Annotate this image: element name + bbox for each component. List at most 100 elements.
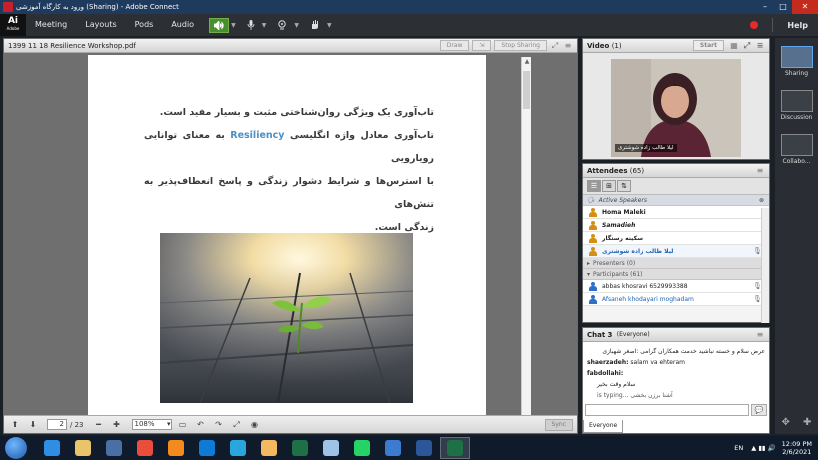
participants-header[interactable]: ▾ Participants (61): [583, 269, 769, 280]
language-indicator[interactable]: EN: [734, 444, 743, 452]
explorer-icon: [75, 440, 91, 456]
ie-icon: [44, 440, 60, 456]
minimize-button[interactable]: –: [756, 0, 774, 14]
previous-page-icon[interactable]: ⬆: [8, 419, 22, 431]
next-page-icon[interactable]: ⬇: [26, 419, 40, 431]
draw-button[interactable]: Draw: [439, 40, 470, 51]
chat-input-row: 💬: [585, 403, 767, 417]
scrollbar-thumb[interactable]: [523, 71, 530, 109]
pod-menu-icon[interactable]: ≡: [563, 41, 573, 51]
firefox-icon: [168, 440, 184, 456]
fullscreen-view-icon[interactable]: ⤢: [230, 419, 244, 431]
tray-overflow-icon[interactable]: ▲: [751, 444, 756, 452]
speaker-button[interactable]: [209, 17, 230, 33]
list-view-icon[interactable]: ☰: [587, 180, 601, 192]
chat-menu-icon[interactable]: ≡: [755, 330, 765, 340]
menu-audio[interactable]: Audio: [162, 14, 203, 36]
speaker-dropdown-icon[interactable]: ▼: [231, 22, 236, 29]
taskbar-ie-button[interactable]: [37, 437, 67, 459]
clock-time: 12:09 PM: [781, 440, 812, 448]
redo-icon[interactable]: ↷: [212, 419, 226, 431]
taskbar-adobe-connect-button[interactable]: [440, 437, 470, 459]
raise-hand-button[interactable]: [305, 18, 325, 33]
chat-message-input[interactable]: [585, 404, 749, 416]
microphone-dropdown-icon[interactable]: ▼: [262, 22, 267, 29]
taskbar-excel-button[interactable]: [285, 437, 315, 459]
host-row[interactable]: لیلا طالب زاده شوشتری 🎙: [583, 245, 769, 258]
grid-view-icon[interactable]: ⊞: [602, 180, 616, 192]
zoom-out-icon[interactable]: ━: [92, 419, 106, 431]
taskbar-firefox-button[interactable]: [161, 437, 191, 459]
taskbar-media-button[interactable]: [99, 437, 129, 459]
send-message-icon[interactable]: 💬: [751, 404, 767, 416]
host-row[interactable]: سکینه رستگار: [583, 232, 769, 245]
webcam-dropdown-icon[interactable]: ▼: [294, 22, 299, 29]
status-dropdown-icon[interactable]: ▼: [327, 22, 332, 29]
attendees-scrollbar[interactable]: [761, 208, 769, 323]
taskbar-explorer-button[interactable]: [68, 437, 98, 459]
layouts-panel: Sharing Discussion Collabo... ✥ ✚: [775, 38, 818, 434]
layout-collaboration[interactable]: Collabo...: [775, 126, 818, 170]
close-button[interactable]: ✕: [792, 0, 818, 14]
taskbar-teamviewer-button[interactable]: [192, 437, 222, 459]
host-row[interactable]: Homa Maleki: [583, 206, 769, 219]
sort-icon[interactable]: ⇅: [617, 180, 631, 192]
raise-hand-icon: [311, 20, 318, 29]
pointer-tool-icon[interactable]: ◉: [248, 419, 262, 431]
page-line-3: با استرس‌ها و شرایط دشوار زندگی و پاسخ ا…: [144, 176, 434, 210]
video-feed[interactable]: لیلا طالب زاده شوشتری: [611, 59, 741, 157]
start-video-button[interactable]: Start: [692, 40, 724, 51]
chat-tab-everyone[interactable]: Everyone: [583, 420, 624, 433]
taskbar-notepad-button[interactable]: [316, 437, 346, 459]
taskbar-files-button[interactable]: [378, 437, 408, 459]
layout-settings-icon[interactable]: ✥: [782, 417, 790, 428]
stop-sharing-button[interactable]: Stop Sharing: [494, 40, 547, 51]
taskbar-clock[interactable]: 12:09 PM 2/6/2021: [782, 440, 812, 456]
host-row[interactable]: Samadieh: [583, 219, 769, 232]
sync-view-icon[interactable]: ⇲: [472, 40, 492, 51]
start-button[interactable]: [5, 437, 27, 459]
video-pod-title: Video: [587, 41, 610, 50]
host-person-icon: [589, 207, 597, 217]
menu-help[interactable]: Help: [779, 21, 818, 30]
taskbar-whatsapp-button[interactable]: [347, 437, 377, 459]
document-scrollbar[interactable]: ▲: [521, 57, 531, 415]
participant-row[interactable]: abbas khosravi 6529993388 🎙: [583, 280, 769, 293]
presenters-header[interactable]: ▸ Presenters (0): [583, 258, 769, 269]
attendee-name: سکینه رستگار: [602, 234, 644, 242]
menu-meeting[interactable]: Meeting: [26, 14, 76, 36]
webcam-button[interactable]: [272, 18, 292, 33]
menu-layouts[interactable]: Layouts: [76, 14, 125, 36]
add-layout-icon[interactable]: ✚: [803, 417, 811, 428]
layout-discussion[interactable]: Discussion: [775, 82, 818, 126]
participant-row[interactable]: Afsaneh khodayari moghadam 🎙: [583, 293, 769, 306]
undo-icon[interactable]: ↶: [194, 419, 208, 431]
window-titlebar: ورود به کارگاه آموزشی (Sharing) - Adobe …: [0, 0, 818, 14]
video-layout-icon[interactable]: ▦: [729, 41, 739, 51]
maximize-button[interactable]: □: [774, 0, 792, 14]
zoom-in-icon[interactable]: ✚: [110, 419, 124, 431]
zoom-select[interactable]: 108% ▾: [131, 419, 172, 430]
network-icon[interactable]: ▮▮: [758, 444, 765, 452]
recording-indicator-icon[interactable]: [750, 21, 759, 29]
taskbar-chrome-button[interactable]: [130, 437, 160, 459]
fit-page-icon[interactable]: ▭: [176, 419, 190, 431]
fullscreen-icon[interactable]: ⤢: [550, 41, 560, 51]
document-viewer[interactable]: تاب‌آوری یک ویژگی روان‌شناختی مثبت و بسی…: [4, 53, 577, 415]
layout-sharing[interactable]: Sharing: [775, 38, 818, 82]
taskbar-paint-button[interactable]: [254, 437, 284, 459]
chat-message: shaerzadeh: salam va ehteram: [587, 357, 765, 368]
chat-count: 3: [607, 330, 613, 339]
collapse-speakers-icon[interactable]: ⊗: [759, 197, 764, 204]
scroll-up-icon[interactable]: ▲: [522, 57, 532, 67]
taskbar-edge-button[interactable]: [223, 437, 253, 459]
taskbar-word-button[interactable]: [409, 437, 439, 459]
video-menu-icon[interactable]: ≡: [755, 41, 765, 51]
attendees-menu-icon[interactable]: ≡: [755, 166, 765, 176]
menu-pods[interactable]: Pods: [126, 14, 163, 36]
volume-icon[interactable]: 🔊: [768, 444, 776, 452]
video-fullscreen-icon[interactable]: ⤢: [742, 41, 752, 51]
page-number-input[interactable]: 2: [47, 419, 67, 430]
microphone-button[interactable]: [242, 18, 260, 33]
sync-button[interactable]: Sync: [544, 418, 573, 431]
